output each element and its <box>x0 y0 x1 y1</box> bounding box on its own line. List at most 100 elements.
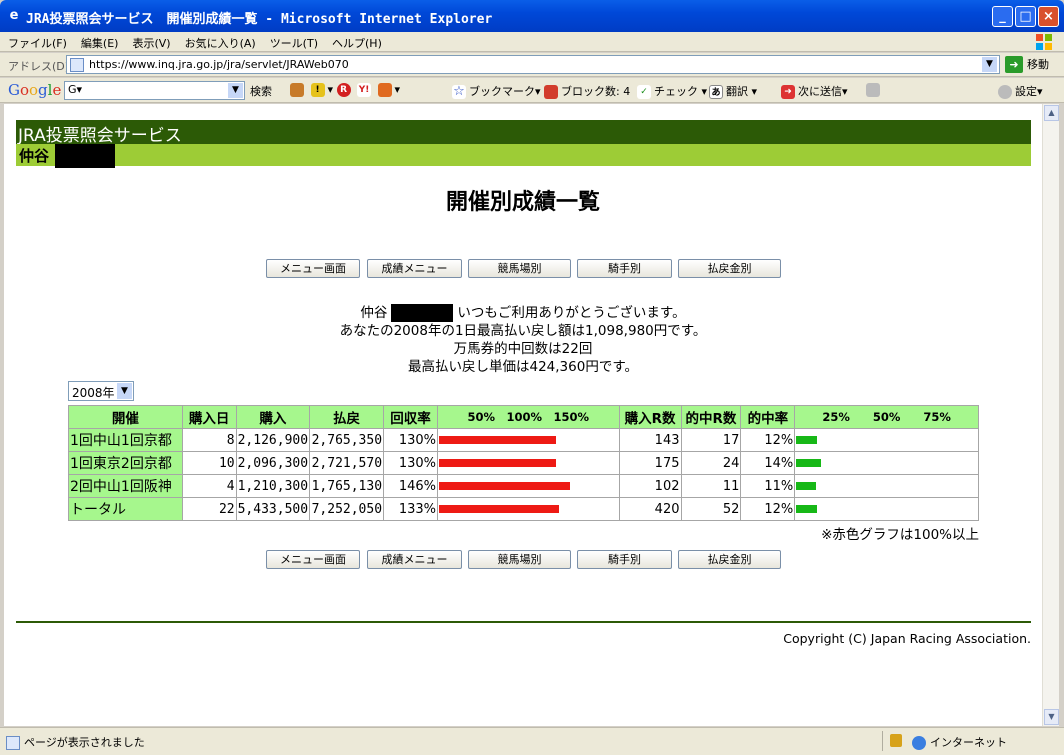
popup-block-button[interactable]: ブロック数: 4 <box>544 83 630 99</box>
header-days: 購入日 <box>181 405 237 429</box>
max-daily-payout: あなたの2008年の1日最高払い戻し額は1,098,980円です。 <box>339 323 707 339</box>
translate-button[interactable]: あ翻訳 ▾ <box>709 83 757 99</box>
payout-amount-button[interactable]: 払戻金別 <box>678 550 781 569</box>
year-select[interactable]: 2008年 ▼ <box>68 381 134 401</box>
jockey-button[interactable]: 騎手別 <box>577 259 672 278</box>
recovery-cell: 133% <box>383 497 438 521</box>
chevron-down-icon[interactable]: ▼ <box>117 383 132 399</box>
alert-icon[interactable]: ! <box>310 83 325 97</box>
racecourse-button[interactable]: 競馬場別 <box>468 259 571 278</box>
chevron-down-icon[interactable]: ▼ <box>982 57 997 72</box>
redacted-name <box>391 304 454 322</box>
send-to-button[interactable]: ➜ 次に送信▾ <box>781 83 848 99</box>
google-logo: Google <box>8 81 62 99</box>
translate-tool-icon[interactable] <box>377 83 392 97</box>
header-hit-races: 的中R数 <box>680 405 742 429</box>
hit-rate-graph <box>794 497 979 521</box>
address-label: アドレス(D) <box>8 60 70 73</box>
address-url: https://www.inq.jra.go.jp/jra/servlet/JR… <box>89 58 349 71</box>
menu-screen-button[interactable]: メニュー画面 <box>266 259 360 278</box>
hit-rate-cell: 14% <box>740 451 796 475</box>
google-search-button[interactable]: 検索 <box>250 83 272 99</box>
recovery-bar <box>439 436 556 444</box>
minimize-button[interactable]: _ <box>992 6 1013 27</box>
days-cell: 22 <box>181 497 237 521</box>
header-recovery: 回収率 <box>383 405 438 429</box>
page-icon <box>70 58 84 72</box>
translate-label: 翻訳 <box>726 85 748 98</box>
star-icon: ☆ <box>452 84 466 99</box>
footer-divider <box>16 621 1031 623</box>
jockey-button[interactable]: 騎手別 <box>577 550 672 569</box>
hit-rate-graph <box>794 451 979 475</box>
header-recovery-scale: 50% 100% 150% <box>437 405 620 429</box>
chevron-down-icon[interactable]: ▼ <box>228 83 243 98</box>
racecourse-button[interactable]: 競馬場別 <box>468 550 571 569</box>
payout-amount-button[interactable]: 払戻金別 <box>678 259 781 278</box>
graph-note: ※赤色グラフは100%以上 <box>821 527 979 543</box>
menu-help[interactable]: ヘルプ(H) <box>324 32 388 51</box>
meeting-cell: 1回中山1回京都 <box>68 428 183 452</box>
header-hit-rate: 的中率 <box>740 405 796 429</box>
rakuten-icon[interactable]: R <box>336 83 351 97</box>
recovery-cell: 130% <box>383 451 438 475</box>
meeting-cell: トータル <box>68 497 183 521</box>
recovery-bar <box>439 505 559 513</box>
menu-edit[interactable]: 編集(E) <box>73 32 125 51</box>
races-cell: 175 <box>618 451 682 475</box>
results-menu-button[interactable]: 成績メニュー <box>367 550 462 569</box>
table-row: 2回中山1回阪神 4 1,210,300 1,765,130 146% 102 11 11% <box>68 474 979 498</box>
google-toolbar: Google G▾ ▼ 検索 ! ▾ R Y! ▾ ☆ ブックマーク▾ ブロック数: … <box>0 78 1064 103</box>
yahoo-icon[interactable]: Y! <box>357 83 372 97</box>
menu-favorites[interactable]: お気に入り(A) <box>177 32 262 51</box>
toolbar-icons-group[interactable]: ! ▾ R Y! ▾ <box>290 83 400 97</box>
table-header-row: 開催 購入日 購入 払戻 回収率 50% 100% 150% 購入R数 的中R数… <box>68 405 979 429</box>
google-search-input[interactable]: G▾ ▼ <box>64 81 245 100</box>
menu-file[interactable]: ファイル(F) <box>0 32 73 51</box>
results-menu-button[interactable]: 成績メニュー <box>367 259 462 278</box>
go-button[interactable]: ➜ 移動 <box>1005 56 1049 73</box>
go-arrow-icon: ➜ <box>1005 56 1023 73</box>
settings-button[interactable]: 設定▾ <box>998 83 1043 99</box>
hit-rate-cell: 12% <box>740 428 796 452</box>
check-label: チェック <box>654 85 698 98</box>
page-content: JRA投票照会サービス 仲谷 開催別成績一覧 メニュー画面 成績メニュー 競馬場… <box>4 104 1042 726</box>
purchase-cell: 2,096,300 <box>235 451 311 475</box>
spellcheck-button[interactable]: ✓ チェック ▾ <box>637 83 707 99</box>
max-unit-payout: 最高払い戻し単価は424,360円です。 <box>408 359 638 375</box>
table-row: 1回東京2回京都 10 2,096,300 2,721,570 130% 175 24 14% <box>68 451 979 475</box>
status-label: ページが表示されました <box>24 736 145 749</box>
nav-buttons-bottom: メニュー画面 成績メニュー 競馬場別 騎手別 払戻金別 <box>266 550 782 570</box>
pencil-icon <box>866 83 880 97</box>
settings-icon <box>998 85 1012 99</box>
scroll-up-icon[interactable]: ▲ <box>1044 105 1059 121</box>
nav-buttons-top: メニュー画面 成績メニュー 競馬場別 騎手別 払戻金別 <box>266 259 782 279</box>
bookmark-button[interactable]: ☆ ブックマーク▾ <box>452 83 541 99</box>
greeting-thanks: いつもご利用ありがとうございます。 <box>457 305 686 321</box>
status-bar: ページが表示されました インターネット <box>0 727 1064 755</box>
menu-tools[interactable]: ツール(T) <box>262 32 324 51</box>
maximize-button[interactable]: □ <box>1015 6 1036 27</box>
races-cell: 143 <box>618 428 682 452</box>
status-divider <box>882 731 883 751</box>
title-bar: e JRA投票照会サービス 開催別成績一覧 - Microsoft Intern… <box>0 0 1064 32</box>
menu-screen-button[interactable]: メニュー画面 <box>266 550 360 569</box>
menu-view[interactable]: 表示(V) <box>124 32 176 51</box>
page-title: 開催別成績一覧 <box>445 190 600 215</box>
go-label: 移動 <box>1027 58 1049 71</box>
days-cell: 4 <box>181 474 237 498</box>
close-button[interactable]: × <box>1038 6 1059 27</box>
bookmark-label: ブックマーク▾ <box>469 85 541 98</box>
purchase-cell: 1,210,300 <box>235 474 311 498</box>
recovery-graph <box>437 474 620 498</box>
hit-rate-bar <box>796 436 818 444</box>
address-input[interactable]: https://www.inq.jra.go.jp/jra/servlet/JR… <box>66 55 1000 74</box>
days-cell: 10 <box>181 451 237 475</box>
highlight-button[interactable] <box>866 83 883 97</box>
recovery-cell: 130% <box>383 428 438 452</box>
security-zone: インターネット <box>912 734 1007 750</box>
vertical-scrollbar[interactable]: ▲ ▼ <box>1042 104 1059 726</box>
scroll-down-icon[interactable]: ▼ <box>1044 709 1059 725</box>
pagerank-icon[interactable] <box>290 83 304 97</box>
window-title: JRA投票照会サービス 開催別成績一覧 - Microsoft Internet… <box>26 12 493 27</box>
